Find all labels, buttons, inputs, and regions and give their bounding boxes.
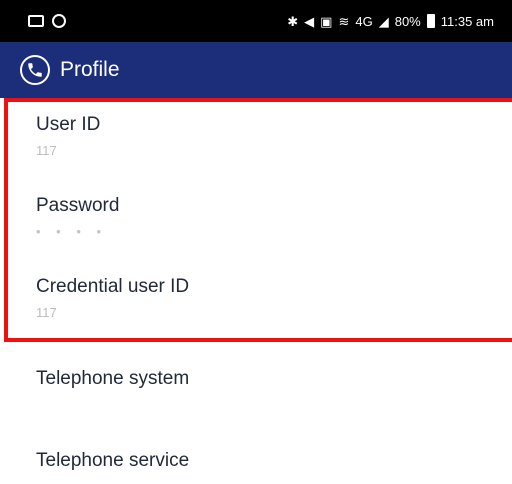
- credential-user-id-value: 117: [36, 305, 57, 320]
- signal-label: 4G: [355, 13, 373, 29]
- bluetooth-icon: ✱: [287, 13, 299, 29]
- list-item-telephone-service[interactable]: Telephone service: [36, 450, 189, 472]
- lte-icon: ≋: [338, 13, 350, 29]
- telephone-system-label: Telephone system: [36, 368, 190, 389]
- list-item-credential-user-id[interactable]: Credential user ID 117: [36, 276, 189, 320]
- password-label: Password: [36, 195, 120, 216]
- battery-percent: 80%: [394, 13, 421, 29]
- image-icon: [28, 15, 44, 27]
- list-item-password[interactable]: Password • • • •: [36, 195, 119, 239]
- list-item-user-id[interactable]: User ID 117: [36, 114, 100, 158]
- user-id-value: 117: [36, 143, 57, 158]
- page-title: Profile: [60, 58, 120, 81]
- clock: 11:35 am: [440, 13, 494, 29]
- mute-icon: ◀: [304, 13, 315, 29]
- vibrate-icon: ▣: [320, 13, 333, 29]
- phone-circle-icon: [20, 55, 50, 85]
- password-value: • • • •: [36, 224, 108, 239]
- status-bar: ✱ ◀ ▣ ≋ 4G ◢ 80% 11:35 am: [0, 0, 512, 42]
- phone-icon: [28, 63, 42, 77]
- telephone-service-label: Telephone service: [36, 450, 190, 471]
- battery-icon: [426, 14, 435, 28]
- sync-icon: [52, 14, 66, 28]
- signal-icon: ◢: [378, 13, 389, 29]
- app-bar: Profile: [0, 42, 512, 98]
- credential-user-id-label: Credential user ID: [36, 276, 190, 297]
- status-right-icons: ✱ ◀ ▣ ≋ 4G ◢ 80% 11:35 am: [287, 14, 494, 29]
- list-item-telephone-system[interactable]: Telephone system: [36, 368, 189, 390]
- user-id-label: User ID: [36, 114, 101, 135]
- status-left-icons: [28, 14, 66, 28]
